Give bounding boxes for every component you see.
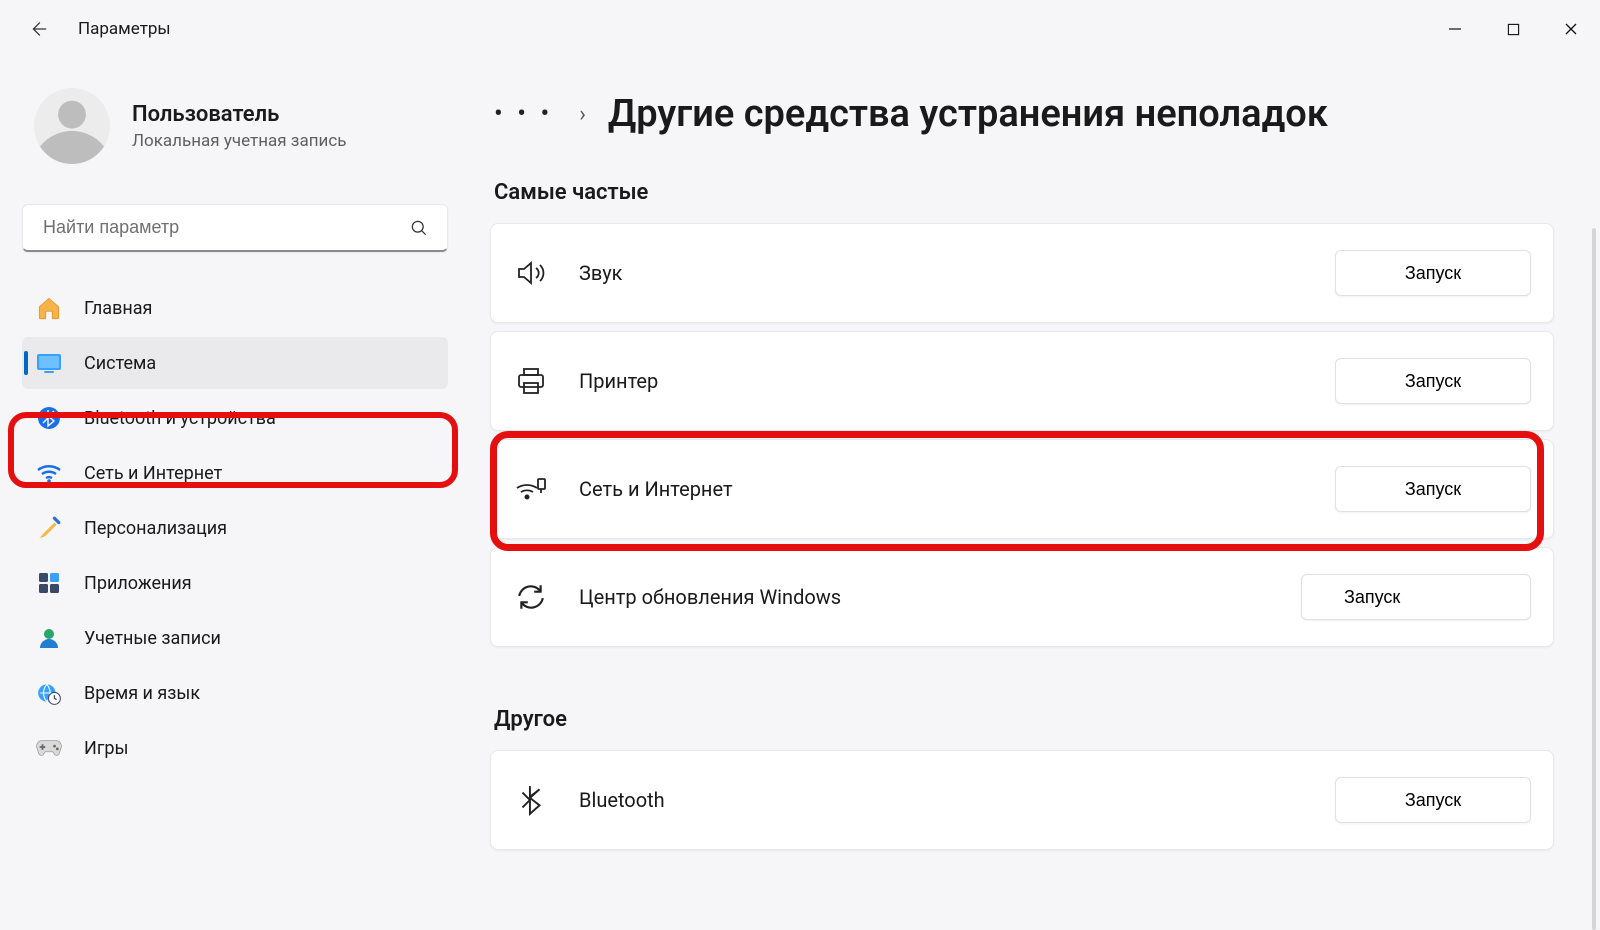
brush-icon [36, 515, 62, 541]
wifi-icon [36, 460, 62, 486]
speaker-icon [513, 255, 549, 291]
sidebar-item-label: Главная [84, 298, 152, 319]
gamepad-icon [36, 735, 62, 761]
troubleshooter-network[interactable]: Сеть и Интернет Запуск [490, 439, 1554, 539]
troubleshooter-audio[interactable]: Звук Запуск [490, 223, 1554, 323]
sidebar-item-label: Bluetooth и устройства [84, 408, 276, 429]
minimize-icon [1448, 22, 1462, 36]
troubleshooter-printer[interactable]: Принтер Запуск [490, 331, 1554, 431]
arrow-left-icon [27, 18, 49, 40]
sidebar-item-label: Сеть и Интернет [84, 463, 222, 484]
troubleshooter-label: Принтер [579, 369, 1335, 393]
home-icon [36, 295, 62, 321]
sidebar-item-personalize[interactable]: Персонализация [22, 502, 448, 554]
titlebar: Параметры [0, 0, 1600, 58]
close-button[interactable] [1542, 8, 1600, 50]
chevron-right-icon: › [579, 102, 586, 127]
troubleshooter-bluetooth[interactable]: Bluetooth Запуск [490, 750, 1554, 850]
bluetooth-icon [36, 405, 62, 431]
sidebar-item-label: Система [84, 353, 156, 374]
printer-icon [513, 363, 549, 399]
search-box[interactable] [22, 204, 448, 252]
sidebar-item-label: Игры [84, 738, 128, 759]
sidebar-item-time[interactable]: Время и язык [22, 667, 448, 719]
section-header-frequent: Самые частые [494, 180, 1576, 205]
troubleshooter-label: Сеть и Интернет [579, 477, 1335, 501]
bluetooth-line-icon [513, 782, 549, 818]
troubleshooter-label: Звук [579, 261, 1335, 285]
sidebar-item-label: Учетные записи [84, 628, 221, 649]
page-title: Другие средства устранения неполадок [608, 92, 1328, 136]
scrollbar[interactable] [1592, 228, 1596, 930]
sidebar-item-accounts[interactable]: Учетные записи [22, 612, 448, 664]
sidebar-item-system[interactable]: Система [22, 337, 448, 389]
sidebar: Пользователь Локальная учетная запись Гл… [0, 58, 470, 930]
profile-block[interactable]: Пользователь Локальная учетная запись [34, 88, 448, 164]
network-icon [513, 471, 549, 507]
sidebar-item-label: Приложения [84, 573, 192, 594]
sync-icon [513, 579, 549, 615]
minimize-button[interactable] [1426, 8, 1484, 50]
run-button[interactable]: Запуск [1335, 358, 1531, 404]
maximize-button[interactable] [1484, 8, 1542, 50]
avatar [34, 88, 110, 164]
sidebar-item-label: Персонализация [84, 518, 227, 539]
search-input[interactable] [41, 216, 409, 239]
main-area: • • • › Другие средства устранения непол… [470, 58, 1600, 930]
person-icon [36, 625, 62, 651]
run-button[interactable]: Запуск [1335, 250, 1531, 296]
sidebar-item-apps[interactable]: Приложения [22, 557, 448, 609]
section-header-other: Другое [494, 707, 1576, 732]
system-icon [36, 350, 62, 376]
sidebar-item-gaming[interactable]: Игры [22, 722, 448, 774]
globe-clock-icon [36, 680, 62, 706]
window-controls [1426, 8, 1600, 50]
maximize-icon [1507, 23, 1520, 36]
troubleshooter-label: Bluetooth [579, 788, 1335, 812]
frequent-list: Звук Запуск Принтер Запуск Сеть и Интерн… [490, 223, 1576, 647]
troubleshooter-update[interactable]: Центр обновления Windows Запуск [490, 547, 1554, 647]
sidebar-item-home[interactable]: Главная [22, 282, 448, 334]
close-icon [1564, 22, 1578, 36]
other-list: Bluetooth Запуск [490, 750, 1576, 850]
run-button[interactable]: Запуск [1301, 574, 1531, 620]
nav-list: Главная Система Bluetooth и устройства С… [22, 282, 448, 774]
apps-icon [36, 570, 62, 596]
run-button[interactable]: Запуск [1335, 466, 1531, 512]
user-subtitle: Локальная учетная запись [132, 131, 346, 151]
sidebar-item-bluetooth[interactable]: Bluetooth и устройства [22, 392, 448, 444]
back-button[interactable] [16, 7, 60, 51]
breadcrumb: • • • › Другие средства устранения непол… [490, 92, 1576, 136]
user-name: Пользователь [132, 102, 346, 127]
search-icon [409, 218, 429, 238]
breadcrumb-more[interactable]: • • • [490, 99, 557, 129]
app-title: Параметры [78, 19, 171, 39]
run-button[interactable]: Запуск [1335, 777, 1531, 823]
sidebar-item-network[interactable]: Сеть и Интернет [22, 447, 448, 499]
troubleshooter-label: Центр обновления Windows [579, 585, 1301, 609]
sidebar-item-label: Время и язык [84, 683, 200, 704]
